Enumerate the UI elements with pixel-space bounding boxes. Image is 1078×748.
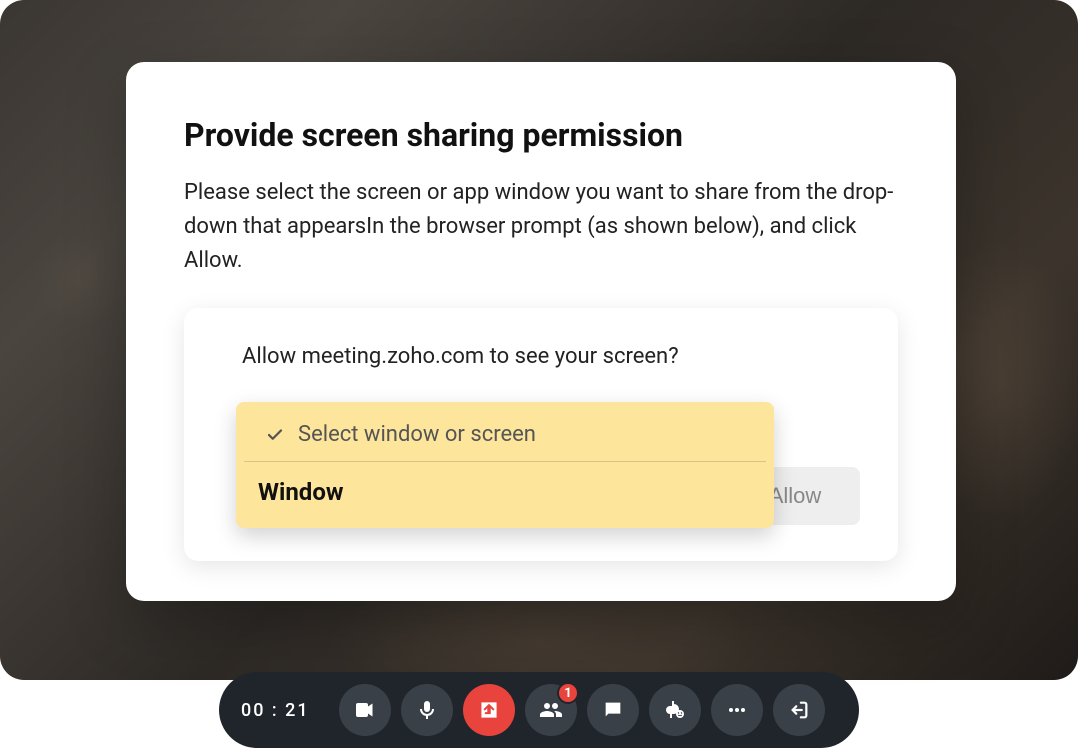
participants-button[interactable]: 1	[525, 684, 577, 736]
leave-button[interactable]	[773, 684, 825, 736]
camera-icon	[353, 698, 377, 722]
screen-share-permission-modal: Provide screen sharing permission Please…	[126, 62, 956, 601]
dropdown-placeholder-label: Select window or screen	[298, 422, 536, 447]
meeting-toolbar: 00 : 21 1	[219, 672, 859, 748]
chat-button[interactable]	[587, 684, 639, 736]
check-icon	[266, 426, 284, 444]
share-screen-icon	[476, 697, 502, 723]
participants-icon	[539, 698, 563, 722]
microphone-icon	[415, 698, 439, 722]
chat-icon	[602, 699, 624, 721]
dropdown-option-window[interactable]: Window	[236, 462, 774, 528]
reactions-icon	[663, 698, 687, 722]
dropdown-placeholder-row[interactable]: Select window or screen	[244, 402, 766, 462]
participants-badge: 1	[557, 682, 579, 704]
more-options-button[interactable]	[711, 684, 763, 736]
reactions-button[interactable]	[649, 684, 701, 736]
more-icon	[725, 698, 749, 722]
camera-button[interactable]	[339, 684, 391, 736]
microphone-button[interactable]	[401, 684, 453, 736]
browser-prompt-preview: Allow meeting.zoho.com to see your scree…	[184, 308, 898, 561]
modal-description: Please select the screen or app window y…	[184, 176, 898, 278]
meeting-timer: 00 : 21	[241, 700, 321, 721]
share-screen-button[interactable]	[463, 684, 515, 736]
prompt-title: Allow meeting.zoho.com to see your scree…	[222, 344, 860, 369]
screen-select-dropdown[interactable]: Select window or screen Window	[236, 402, 774, 528]
leave-icon	[788, 699, 810, 721]
modal-title: Provide screen sharing permission	[184, 116, 898, 154]
